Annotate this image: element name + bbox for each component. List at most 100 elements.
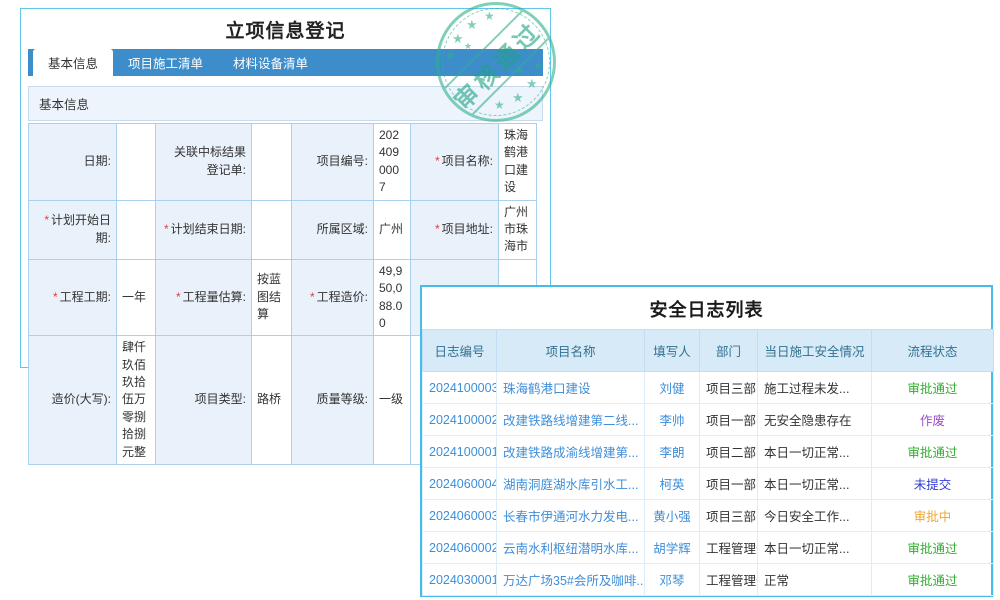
log-number-link[interactable]: 2024060003 [423,500,497,532]
filler-link[interactable]: 李朗 [645,436,700,468]
table-row: 2024060002 云南水利枢纽潜明水库... 胡学辉 工程管理部 本日一切正… [423,532,994,564]
department-cell: 项目一部 [700,468,758,500]
field-value: 按蓝图结算 [252,259,292,336]
column-header: 日志编号 [423,330,497,372]
log-number-link[interactable]: 2024060002 [423,532,497,564]
field-label: *计划开始日期: [29,200,117,259]
field-label-text: 工程工期: [60,290,111,304]
field-label: 日期: [29,124,117,201]
filler-link[interactable]: 刘健 [645,372,700,404]
department-cell: 项目三部 [700,500,758,532]
filler-link[interactable]: 李帅 [645,404,700,436]
field-value: 49,950,088.00 [374,259,411,336]
field-label: 项目类型: [156,336,252,465]
section-header: 基本信息 [28,86,543,121]
field-value: 肆仟玖佰玖拾伍万零捌拾捌元整 [117,336,156,465]
field-label-text: 项目名称: [442,154,493,168]
field-label-text: 项目编号: [317,154,368,168]
field-label-text: 项目地址: [442,222,493,236]
field-label-text: 质量等级: [317,392,368,406]
project-name-link[interactable]: 万达广场35#会所及咖啡... [497,564,645,596]
project-name-link[interactable]: 湖南洞庭湖水库引水工... [497,468,645,500]
field-label: *项目地址: [411,200,499,259]
field-label-text: 所属区域: [317,222,368,236]
column-header: 填写人 [645,330,700,372]
field-label-text: 工程量估算: [183,290,246,304]
column-header: 流程状态 [872,330,994,372]
status-cell: 审批通过 [872,532,994,564]
status-cell: 未提交 [872,468,994,500]
filler-link[interactable]: 柯英 [645,468,700,500]
field-value: 路桥 [252,336,292,465]
required-asterisk: * [164,222,169,236]
field-label-text: 关联中标结果登记单: [174,145,246,176]
field-value: 广州 [374,200,411,259]
panel-title: 安全日志列表 [422,287,991,329]
tab-bar: 基本信息 项目施工清单 材料设备清单 [28,49,543,76]
status-cell: 审批通过 [872,372,994,404]
field-label-text: 工程造价: [317,290,368,304]
required-asterisk: * [435,222,440,236]
column-header: 当日施工安全情况 [758,330,872,372]
required-asterisk: * [53,290,58,304]
field-label-text: 计划结束日期: [171,222,246,236]
field-label: 质量等级: [292,336,374,465]
safety-situation-cell: 今日安全工作... [758,500,872,532]
safety-situation-cell: 无安全隐患存在 [758,404,872,436]
required-asterisk: * [176,290,181,304]
safety-situation-cell: 本日一切正常... [758,532,872,564]
department-cell: 项目二部 [700,436,758,468]
project-name-link[interactable]: 云南水利枢纽潜明水库... [497,532,645,564]
table-row: 2024100002 改建铁路线增建第二线... 李帅 项目一部 无安全隐患存在… [423,404,994,436]
table-row: 2024030001 万达广场35#会所及咖啡... 邓琴 工程管理部 正常 审… [423,564,994,596]
required-asterisk: * [310,290,315,304]
project-name-link[interactable]: 改建铁路线增建第二线... [497,404,645,436]
column-header: 项目名称 [497,330,645,372]
column-header: 部门 [700,330,758,372]
field-label: 项目编号: [292,124,374,201]
log-number-link[interactable]: 2024100003 [423,372,497,404]
filler-link[interactable]: 胡学辉 [645,532,700,564]
log-number-link[interactable]: 2024100001 [423,436,497,468]
field-label: 所属区域: [292,200,374,259]
field-label: *计划结束日期: [156,200,252,259]
safety-log-panel: 安全日志列表 日志编号 项目名称 填写人 部门 当日施工安全情况 流程状态 20… [420,285,993,597]
tab-construction-list[interactable]: 项目施工清单 [113,49,218,76]
field-label-text: 项目类型: [195,392,246,406]
table-row: 2024100001 改建铁路成渝线增建第... 李朗 项目二部 本日一切正常.… [423,436,994,468]
tab-material-equipment-list[interactable]: 材料设备清单 [218,49,323,76]
filler-link[interactable]: 邓琴 [645,564,700,596]
field-label-text: 计划开始日期: [51,213,111,244]
safety-situation-cell: 本日一切正常... [758,436,872,468]
table-row: 2024060004 湖南洞庭湖水库引水工... 柯英 项目一部 本日一切正常.… [423,468,994,500]
department-cell: 项目一部 [700,404,758,436]
safety-situation-cell: 正常 [758,564,872,596]
required-asterisk: * [44,213,49,227]
field-label: *工程造价: [292,259,374,336]
status-cell: 审批通过 [872,436,994,468]
field-value: 珠海鹤港口建设 [499,124,537,201]
project-name-link[interactable]: 改建铁路成渝线增建第... [497,436,645,468]
tab-basic-info[interactable]: 基本信息 [33,49,113,76]
page-title: 立项信息登记 [21,16,550,43]
field-value: 一级 [374,336,411,465]
log-number-link[interactable]: 2024100002 [423,404,497,436]
department-cell: 工程管理部 [700,532,758,564]
log-number-link[interactable]: 2024060004 [423,468,497,500]
filler-link[interactable]: 黄小强 [645,500,700,532]
field-label: 关联中标结果登记单: [156,124,252,201]
log-number-link[interactable]: 2024030001 [423,564,497,596]
project-name-link[interactable]: 珠海鹤港口建设 [497,372,645,404]
department-cell: 工程管理部 [700,564,758,596]
field-value [252,200,292,259]
field-label-text: 造价(大写): [52,392,111,406]
field-label: *工程工期: [29,259,117,336]
status-cell: 审批通过 [872,564,994,596]
table-header-row: 日志编号 项目名称 填写人 部门 当日施工安全情况 流程状态 [423,330,994,372]
required-asterisk: * [435,154,440,168]
field-value [252,124,292,201]
project-name-link[interactable]: 长春市伊通河水力发电... [497,500,645,532]
field-label: 造价(大写): [29,336,117,465]
field-value [117,124,156,201]
field-value: 广州市珠海市 [499,200,537,259]
